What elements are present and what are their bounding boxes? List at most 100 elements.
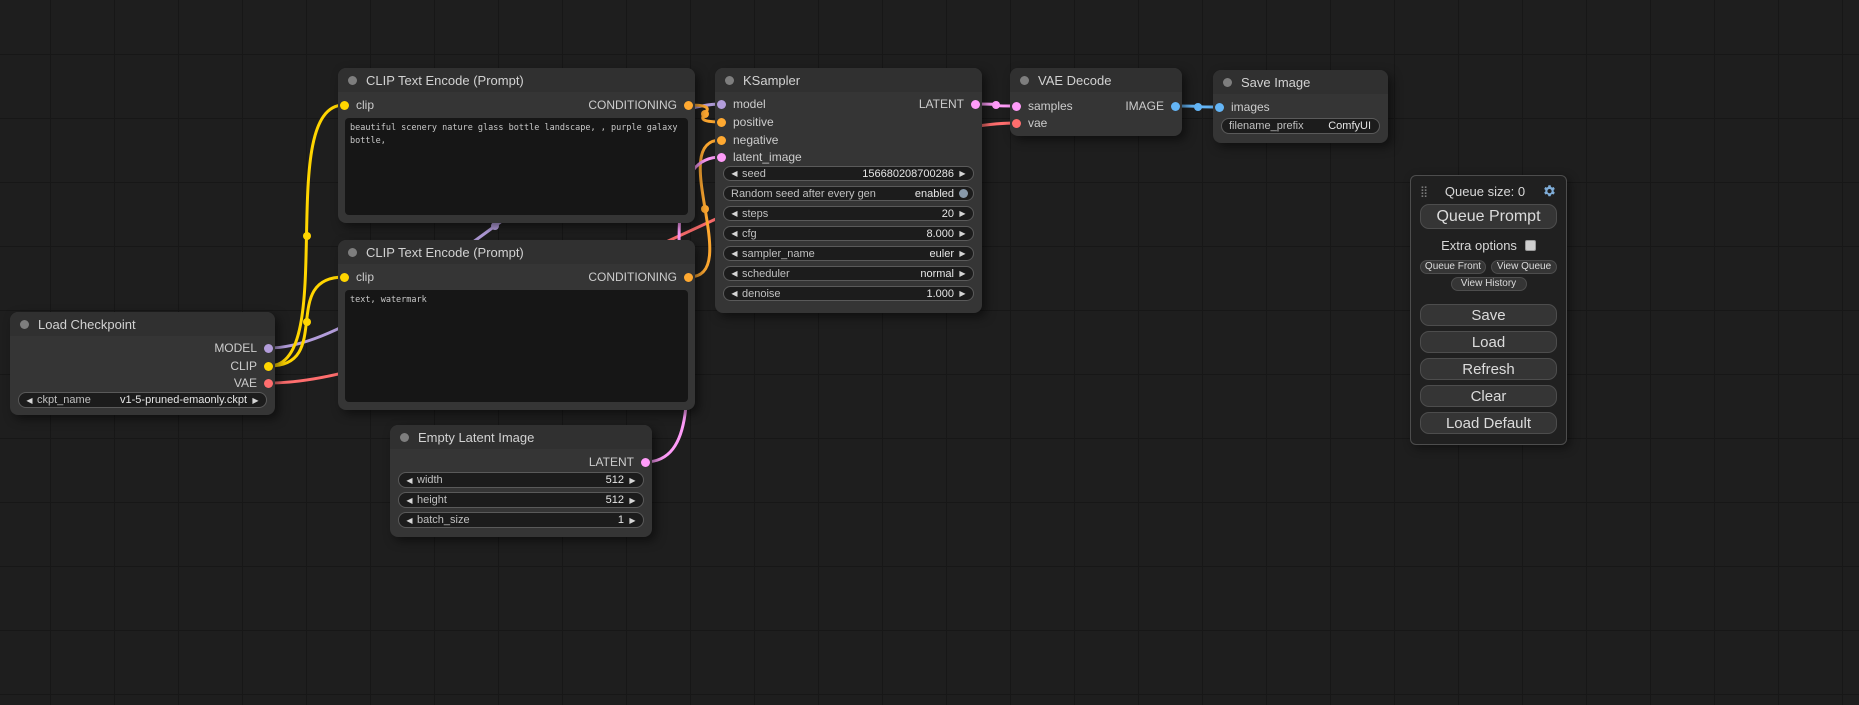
latent-port-dot[interactable]	[641, 458, 650, 467]
queue-menu-panel[interactable]: ⣿ Queue size: 0 Queue Prompt Extra optio…	[1410, 175, 1567, 445]
image-port-dot[interactable]	[1171, 102, 1180, 111]
increment-arrow-icon[interactable]: ▶	[627, 496, 638, 505]
increment-arrow-icon[interactable]: ▶	[957, 209, 968, 218]
node-vae-decode[interactable]: VAE Decode samples vae IMAGE	[1010, 68, 1182, 136]
conditioning-port-dot[interactable]	[717, 136, 726, 145]
denoise-widget[interactable]: ◀ denoise 1.000 ▶	[723, 286, 974, 301]
collapse-dot-icon[interactable]	[725, 76, 734, 85]
clip-port-dot[interactable]	[340, 273, 349, 282]
output-port-clip[interactable]: CLIP	[230, 359, 273, 373]
input-port-clip[interactable]: clip	[340, 98, 374, 112]
node-ksampler[interactable]: KSampler model positive negative latent_…	[715, 68, 982, 313]
decrement-arrow-icon[interactable]: ◀	[404, 476, 415, 485]
input-port-samples[interactable]: samples	[1012, 99, 1073, 113]
collapse-dot-icon[interactable]	[20, 320, 29, 329]
load-default-button[interactable]: Load Default	[1420, 412, 1557, 434]
load-button[interactable]: Load	[1420, 331, 1557, 353]
image-port-dot[interactable]	[1215, 103, 1224, 112]
input-port-images[interactable]: images	[1215, 100, 1270, 114]
increment-arrow-icon[interactable]: ▶	[957, 249, 968, 258]
output-port-conditioning[interactable]: CONDITIONING	[588, 98, 693, 112]
decrement-arrow-icon[interactable]: ◀	[729, 249, 740, 258]
clear-button[interactable]: Clear	[1420, 385, 1557, 407]
increment-arrow-icon[interactable]: ▶	[957, 289, 968, 298]
toggle-knob[interactable]	[959, 189, 968, 198]
drag-handle-icon[interactable]: ⣿	[1420, 185, 1428, 198]
seed-widget[interactable]: ◀ seed 156680208700286 ▶	[723, 166, 974, 181]
output-port-vae[interactable]: VAE	[234, 376, 273, 390]
clip-port-dot[interactable]	[264, 362, 273, 371]
refresh-button[interactable]: Refresh	[1420, 358, 1557, 380]
decrement-arrow-icon[interactable]: ◀	[729, 289, 740, 298]
collapse-dot-icon[interactable]	[400, 433, 409, 442]
queue-front-button[interactable]: Queue Front	[1420, 260, 1486, 274]
save-button[interactable]: Save	[1420, 304, 1557, 326]
decrement-arrow-icon[interactable]: ◀	[729, 269, 740, 278]
latent-port-dot[interactable]	[971, 100, 980, 109]
node-load-checkpoint[interactable]: Load Checkpoint MODEL CLIP VAE ◀ ckpt_na…	[10, 312, 275, 415]
output-port-image[interactable]: IMAGE	[1125, 99, 1180, 113]
input-port-negative[interactable]: negative	[717, 133, 778, 147]
clip-port-dot[interactable]	[340, 101, 349, 110]
steps-widget[interactable]: ◀ steps 20 ▶	[723, 206, 974, 221]
collapse-dot-icon[interactable]	[348, 248, 357, 257]
decrement-arrow-icon[interactable]: ◀	[404, 516, 415, 525]
cfg-widget[interactable]: ◀ cfg 8.000 ▶	[723, 226, 974, 241]
output-port-conditioning[interactable]: CONDITIONING	[588, 270, 693, 284]
decrement-arrow-icon[interactable]: ◀	[729, 209, 740, 218]
input-port-latent-image[interactable]: latent_image	[717, 150, 802, 164]
increment-arrow-icon[interactable]: ▶	[957, 229, 968, 238]
batch-size-widget[interactable]: ◀ batch_size 1 ▶	[398, 512, 644, 528]
decrement-arrow-icon[interactable]: ◀	[404, 496, 415, 505]
conditioning-port-dot[interactable]	[684, 101, 693, 110]
collapse-dot-icon[interactable]	[1020, 76, 1029, 85]
random-seed-toggle-widget[interactable]: Random seed after every gen enabled	[723, 186, 974, 201]
increment-arrow-icon[interactable]: ▶	[957, 169, 968, 178]
node-clip-text-encode-negative[interactable]: CLIP Text Encode (Prompt) clip CONDITION…	[338, 240, 695, 410]
ckpt-name-widget[interactable]: ◀ ckpt_name v1-5-pruned-emaonly.ckpt ▶	[18, 392, 267, 408]
view-history-button[interactable]: View History	[1451, 277, 1527, 291]
node-title-bar[interactable]: VAE Decode	[1010, 68, 1182, 92]
input-port-vae[interactable]: vae	[1012, 116, 1047, 130]
sampler-name-widget[interactable]: ◀ sampler_name euler ▶	[723, 246, 974, 261]
model-port-dot[interactable]	[717, 100, 726, 109]
output-port-latent[interactable]: LATENT	[919, 97, 980, 111]
input-port-model[interactable]: model	[717, 97, 766, 111]
negative-prompt-textarea[interactable]: text, watermark	[345, 290, 688, 402]
view-queue-button[interactable]: View Queue	[1491, 260, 1557, 274]
increment-arrow-icon[interactable]: ▶	[627, 476, 638, 485]
collapse-dot-icon[interactable]	[348, 76, 357, 85]
output-port-latent[interactable]: LATENT	[589, 455, 650, 469]
collapse-dot-icon[interactable]	[1223, 78, 1232, 87]
vae-port-dot[interactable]	[1012, 119, 1021, 128]
scheduler-widget[interactable]: ◀ scheduler normal ▶	[723, 266, 974, 281]
output-port-model[interactable]: MODEL	[214, 341, 273, 355]
input-port-clip[interactable]: clip	[340, 270, 374, 284]
input-port-positive[interactable]: positive	[717, 115, 774, 129]
decrement-arrow-icon[interactable]: ◀	[729, 229, 740, 238]
conditioning-port-dot[interactable]	[684, 273, 693, 282]
node-save-image[interactable]: Save Image images filename_prefix ComfyU…	[1213, 70, 1388, 143]
decrement-arrow-icon[interactable]: ◀	[729, 169, 740, 178]
vae-port-dot[interactable]	[264, 379, 273, 388]
node-title-bar[interactable]: Empty Latent Image	[390, 425, 652, 449]
height-widget[interactable]: ◀ height 512 ▶	[398, 492, 644, 508]
node-title-bar[interactable]: CLIP Text Encode (Prompt)	[338, 68, 695, 92]
increment-arrow-icon[interactable]: ▶	[250, 396, 261, 405]
graph-canvas[interactable]: Load Checkpoint MODEL CLIP VAE ◀ ckpt_na…	[0, 0, 1859, 705]
node-empty-latent-image[interactable]: Empty Latent Image LATENT ◀ width 512 ▶ …	[390, 425, 652, 537]
latent-port-dot[interactable]	[717, 153, 726, 162]
filename-prefix-widget[interactable]: filename_prefix ComfyUI	[1221, 118, 1380, 134]
positive-prompt-textarea[interactable]: beautiful scenery nature glass bottle la…	[345, 118, 688, 215]
node-title-bar[interactable]: CLIP Text Encode (Prompt)	[338, 240, 695, 264]
width-widget[interactable]: ◀ width 512 ▶	[398, 472, 644, 488]
model-port-dot[interactable]	[264, 344, 273, 353]
increment-arrow-icon[interactable]: ▶	[957, 269, 968, 278]
node-title-bar[interactable]: Load Checkpoint	[10, 312, 275, 336]
node-title-bar[interactable]: KSampler	[715, 68, 982, 92]
decrement-arrow-icon[interactable]: ◀	[24, 396, 35, 405]
extra-options-checkbox[interactable]	[1525, 240, 1536, 251]
node-clip-text-encode-positive[interactable]: CLIP Text Encode (Prompt) clip CONDITION…	[338, 68, 695, 223]
settings-gear-icon[interactable]	[1542, 184, 1557, 199]
conditioning-port-dot[interactable]	[717, 118, 726, 127]
